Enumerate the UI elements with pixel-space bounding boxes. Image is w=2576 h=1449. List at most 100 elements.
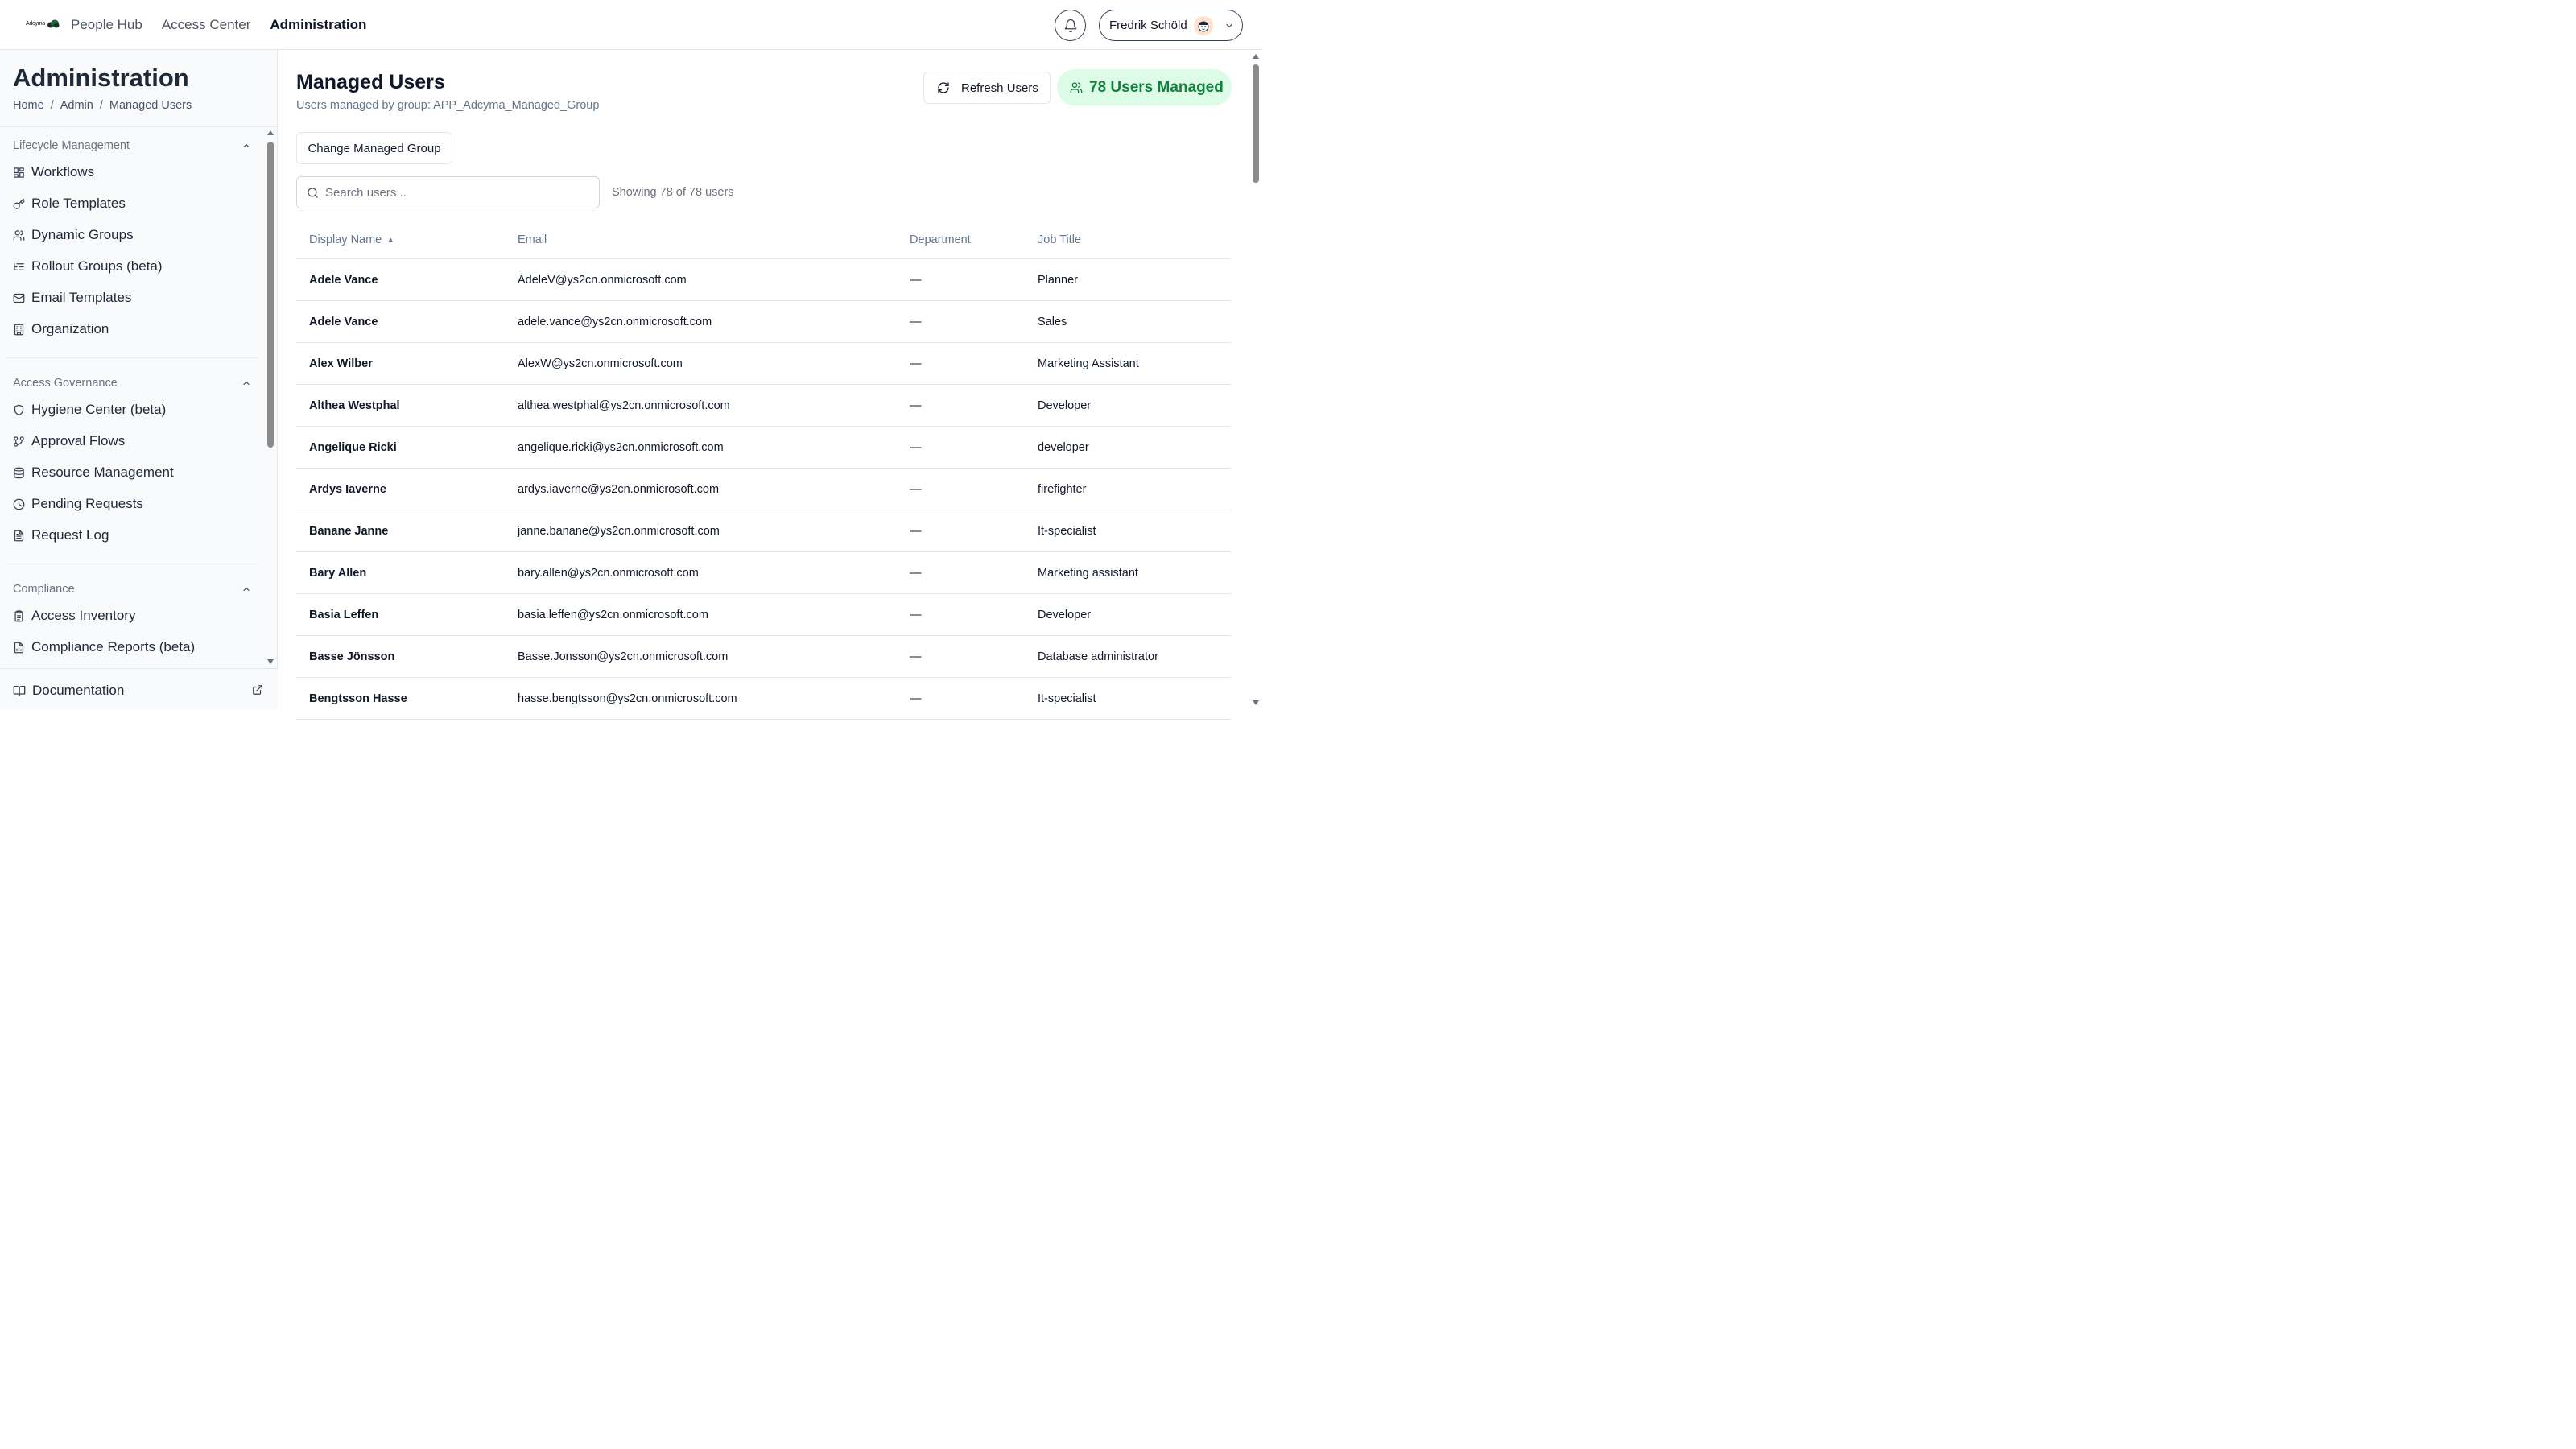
section-label: Access Governance — [13, 377, 118, 390]
cell-email: AlexW@ys2cn.onmicrosoft.com — [518, 357, 683, 370]
table-row[interactable]: Banane Janne janne.banane@ys2cn.onmicroso… — [296, 510, 1232, 552]
cell-email: bary.allen@ys2cn.onmicrosoft.com — [518, 567, 699, 580]
building-icon — [14, 324, 24, 335]
book-open-icon — [13, 686, 26, 696]
adcyma-logo[interactable]: Adcyma — [26, 19, 60, 28]
table-row[interactable]: Althea Westphal althea.westphal@ys2cn.onm… — [296, 385, 1232, 427]
change-managed-group-button[interactable]: Change Managed Group — [296, 132, 452, 164]
sidebar-item-label: Access Inventory — [31, 608, 136, 623]
cell-job-title: Marketing Assistant — [1038, 357, 1139, 370]
table-row[interactable]: Bengtsson Hasse hasse.bengtsson@ys2cn.onm… — [296, 678, 1232, 720]
main-scrollbar-thumb[interactable] — [1253, 64, 1259, 183]
breadcrumb-admin[interactable]: Admin — [60, 99, 93, 112]
cell-display-name: Ardys Iaverne — [309, 483, 386, 496]
refresh-users-label: Refresh Users — [961, 80, 1038, 95]
table-row[interactable]: Basse Jönsson Basse.Jonsson@ys2cn.onmicro… — [296, 636, 1232, 678]
sidebar-item-label: Compliance Reports (beta) — [31, 639, 196, 654]
cell-job-title: It-specialist — [1038, 525, 1096, 538]
section-lifecycle-management[interactable]: Lifecycle Management — [13, 139, 251, 152]
sidebar-item-resource-management[interactable]: Resource Management — [13, 464, 174, 481]
user-menu-button[interactable]: Fredrik Schöld — [1099, 10, 1243, 41]
cell-job-title: Developer — [1038, 399, 1092, 412]
sidebar-item-access-inventory[interactable]: Access Inventory — [13, 608, 135, 624]
table-row[interactable]: Angelique Ricki angelique.ricki@ys2cn.onm… — [296, 427, 1232, 469]
clock-icon — [13, 498, 25, 510]
column-header-job-title[interactable]: Job Title — [1038, 233, 1081, 246]
sidebar-scroll-down-arrow[interactable] — [267, 659, 274, 664]
cell-department: — — [910, 692, 922, 705]
external-link-icon[interactable] — [252, 684, 263, 696]
chevron-down-icon — [1226, 23, 1232, 28]
chevron-up-icon — [243, 381, 250, 386]
section-compliance[interactable]: Compliance — [13, 583, 251, 596]
breadcrumb-separator: / — [99, 99, 103, 112]
top-nav-bar: Adcyma People Hub Access Center Administ… — [0, 0, 1262, 50]
breadcrumb-home[interactable]: Home — [13, 99, 44, 112]
sidebar-item-compliance-reports[interactable]: Compliance Reports (beta) — [13, 639, 195, 655]
cell-department: — — [910, 357, 922, 370]
sidebar-item-label: Organization — [31, 321, 109, 336]
documentation-label: Documentation — [32, 683, 125, 698]
table-row[interactable]: Ardys Iaverne ardys.iaverne@ys2cn.onmicro… — [296, 469, 1232, 510]
notifications-button[interactable] — [1055, 10, 1086, 41]
sidebar-scrollbar-thumb[interactable] — [267, 142, 274, 448]
main-scroll-down-arrow[interactable] — [1253, 700, 1259, 705]
column-header-department[interactable]: Department — [910, 233, 971, 246]
cell-department: — — [910, 274, 922, 287]
cell-job-title: It-specialist — [1038, 692, 1096, 705]
cell-email: adele.vance@ys2cn.onmicrosoft.com — [518, 316, 712, 328]
search-users-field[interactable] — [296, 176, 600, 208]
sidebar-title: Administration — [13, 64, 189, 92]
documentation-link[interactable]: Documentation — [13, 683, 124, 699]
cell-display-name: Bengtsson Hasse — [309, 692, 407, 705]
sidebar-item-organization[interactable]: Organization — [13, 321, 109, 337]
main-content: Managed Users Users managed by group: AP… — [278, 50, 1250, 720]
section-access-governance[interactable]: Access Governance — [13, 377, 251, 390]
main-scroll-up-arrow[interactable] — [1253, 54, 1259, 59]
sidebar-item-hygiene-center[interactable]: Hygiene Center (beta) — [13, 402, 166, 418]
sidebar-item-label: Email Templates — [31, 290, 132, 305]
table-row[interactable]: Alex Wilber AlexW@ys2cn.onmicrosoft.com — M… — [296, 343, 1232, 385]
sidebar-item-email-templates[interactable]: Email Templates — [13, 290, 131, 306]
refresh-users-button[interactable]: Refresh Users — [923, 72, 1051, 104]
users-table: Display Name ▲ Email Department Job Titl… — [296, 220, 1232, 720]
cell-department: — — [910, 399, 922, 412]
nav-people-hub[interactable]: People Hub — [71, 17, 142, 33]
section-label: Lifecycle Management — [13, 139, 130, 152]
sidebar-scroll-up-arrow[interactable] — [267, 130, 274, 135]
nav-administration[interactable]: Administration — [270, 17, 366, 33]
avatar — [1193, 15, 1213, 35]
table-row[interactable]: Bary Allen bary.allen@ys2cn.onmicrosoft.c… — [296, 552, 1232, 594]
table-header: Display Name ▲ Email Department Job Titl… — [296, 220, 1232, 259]
sidebar-item-dynamic-groups[interactable]: Dynamic Groups — [13, 227, 134, 243]
nav-access-center[interactable]: Access Center — [162, 17, 251, 33]
sidebar-item-rollout-groups[interactable]: Rollout Groups (beta) — [13, 258, 163, 275]
showing-count: Showing 78 of 78 users — [612, 186, 734, 199]
section-label: Compliance — [13, 583, 75, 596]
column-header-email[interactable]: Email — [518, 233, 547, 246]
sidebar-item-pending-requests[interactable]: Pending Requests — [13, 496, 143, 512]
sidebar-item-request-log[interactable]: Request Log — [13, 527, 109, 543]
sidebar: Administration Home / Admin / Managed Us… — [0, 50, 278, 710]
cell-display-name: Basia Leffen — [309, 609, 379, 621]
column-header-display-name[interactable]: Display Name ▲ — [309, 233, 394, 246]
table-row[interactable]: Basia Leffen basia.leffen@ys2cn.onmicroso… — [296, 594, 1232, 636]
refresh-icon — [938, 82, 949, 93]
sort-ascending-icon: ▲ — [386, 235, 395, 245]
cell-display-name: Althea Westphal — [309, 399, 400, 412]
mail-icon — [13, 293, 25, 303]
sidebar-item-workflows[interactable]: Workflows — [13, 164, 94, 180]
cell-department: — — [910, 441, 922, 454]
table-row[interactable]: Adele Vance AdeleV@ys2cn.onmicrosoft.com —… — [296, 259, 1232, 301]
search-input[interactable] — [325, 185, 583, 200]
cell-display-name: Adele Vance — [309, 274, 378, 287]
sidebar-item-approval-flows[interactable]: Approval Flows — [13, 433, 125, 449]
cell-job-title: Marketing assistant — [1038, 567, 1138, 580]
shield-icon — [14, 404, 24, 415]
cell-job-title: Sales — [1038, 316, 1067, 328]
sidebar-item-label: Request Log — [31, 527, 109, 543]
cell-job-title: Developer — [1038, 609, 1092, 621]
sidebar-item-role-templates[interactable]: Role Templates — [13, 196, 126, 212]
layout-grid-icon — [14, 167, 24, 178]
table-row[interactable]: Adele Vance adele.vance@ys2cn.onmicrosoft… — [296, 301, 1232, 343]
